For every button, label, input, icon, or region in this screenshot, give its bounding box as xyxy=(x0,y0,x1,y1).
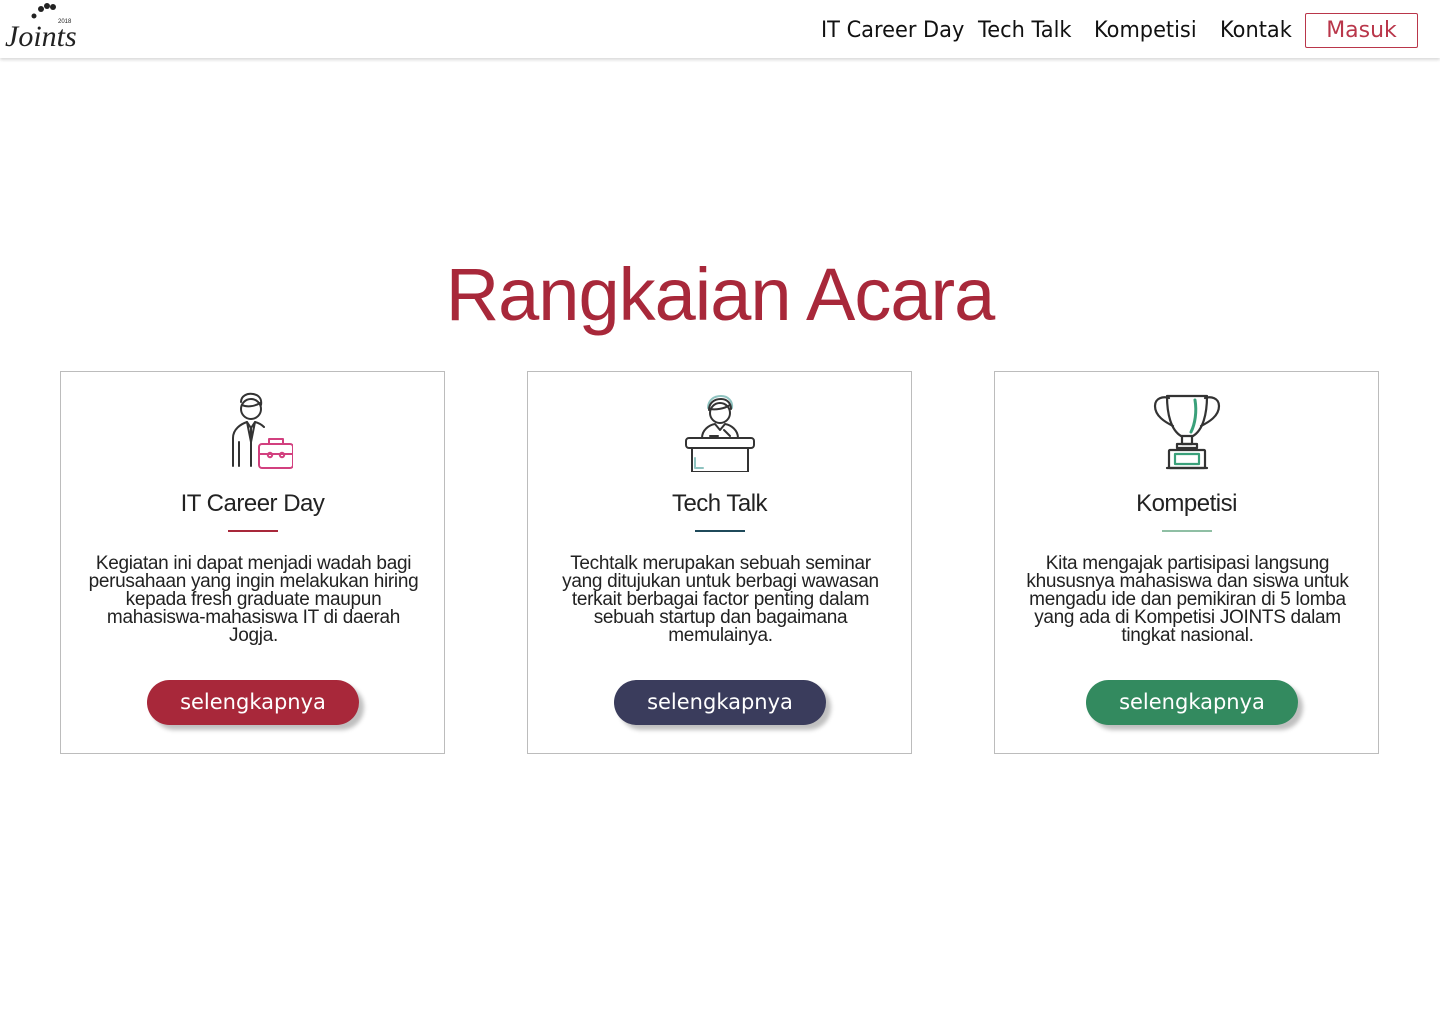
top-navbar: Joints 2018 IT Career Day Tech Talk Komp… xyxy=(0,0,1440,58)
card-title: IT Career Day xyxy=(180,490,325,517)
joints-logo-icon: Joints 2018 xyxy=(5,3,77,52)
joints-logo[interactable]: Joints 2018 xyxy=(4,2,80,52)
card-title-underline xyxy=(1161,530,1212,532)
kompetisi-more-button[interactable]: selengkapnya xyxy=(1086,680,1298,725)
login-button[interactable]: Masuk xyxy=(1305,13,1418,48)
logo-year: 2018 xyxy=(58,19,72,25)
speaker-podium-icon xyxy=(528,392,911,472)
nav-kontak[interactable]: Kontak xyxy=(1220,14,1292,48)
event-card-it-career-day: IT Career Day Kegiatan ini dapat menjadi… xyxy=(60,371,445,754)
it-career-day-more-button[interactable]: selengkapnya xyxy=(147,680,359,725)
trophy-icon xyxy=(995,392,1378,472)
card-title-underline xyxy=(227,530,278,532)
nav-it-career-day[interactable]: IT Career Day xyxy=(821,14,964,48)
businessman-briefcase-icon xyxy=(61,392,444,472)
card-description: Kita mengajak partisipasi langsung khusu… xyxy=(1026,553,1349,646)
nav-kompetisi[interactable]: Kompetisi xyxy=(1094,14,1197,48)
card-title: Kompetisi xyxy=(1136,490,1237,517)
section-title: Rangkaian Acara xyxy=(445,253,996,336)
card-description: Kegiatan ini dapat menjadi wadah bagi pe… xyxy=(88,553,419,646)
event-card-kompetisi: Kompetisi Kita mengajak partisipasi lang… xyxy=(994,371,1379,754)
card-description: Techtalk merupakan sebuah seminar yang d… xyxy=(562,553,879,646)
card-title-underline xyxy=(694,530,745,532)
event-card-tech-talk: Tech Talk Techtalk merupakan sebuah semi… xyxy=(527,371,912,754)
nav-tech-talk[interactable]: Tech Talk xyxy=(978,14,1071,48)
tech-talk-more-button[interactable]: selengkapnya xyxy=(614,680,826,725)
card-title: Tech Talk xyxy=(671,490,768,517)
